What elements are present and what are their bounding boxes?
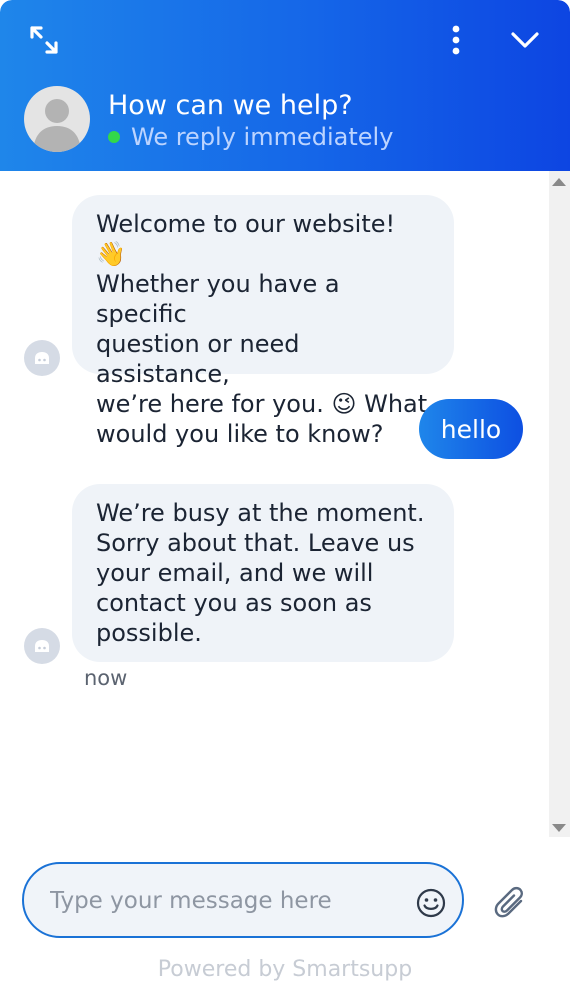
bot-avatar (24, 628, 60, 664)
message-line: possible. (96, 619, 202, 647)
powered-by-link[interactable]: Powered by Smartsupp (0, 957, 570, 982)
scroll-up-arrow[interactable] (552, 178, 566, 186)
expand-icon (29, 25, 59, 55)
user-avatar-icon (33, 99, 81, 152)
scrollbar[interactable] (549, 171, 570, 837)
online-status-dot (108, 131, 120, 143)
message-line: question or need assistance, (96, 330, 300, 388)
chevron-down-icon (510, 31, 540, 49)
emoji-icon (416, 888, 446, 918)
more-vertical-icon (451, 25, 461, 55)
more-options-button[interactable] (434, 18, 478, 62)
bot-message-bubble: Welcome to our website! 👋 Whether you ha… (72, 195, 454, 448)
message-line: we’re here for you. 😉 What (96, 390, 428, 418)
chat-header: How can we help? We reply immediately (0, 0, 570, 171)
message-line: Sorry about that. Leave us (96, 529, 415, 557)
bot-message-bubble: We’re busy at the moment. Sorry about th… (72, 484, 454, 662)
message-line: Welcome to our website! 👋 (96, 210, 396, 268)
expand-button[interactable] (22, 18, 66, 62)
header-title: How can we help? (108, 90, 353, 121)
chat-widget: How can we help? We reply immediately We… (0, 0, 570, 1008)
message-line: Whether you have a specific (96, 270, 340, 328)
user-message-bubble: hello (419, 399, 523, 459)
header-status: We reply immediately (108, 122, 393, 152)
message-line: We’re busy at the moment. (96, 499, 425, 527)
message-line: would you like to know? (96, 420, 384, 448)
scroll-down-arrow[interactable] (552, 824, 566, 832)
bot-avatar (24, 340, 60, 376)
status-text: We reply immediately (131, 123, 394, 151)
bot-icon (35, 640, 49, 652)
message-composer[interactable] (22, 862, 464, 938)
paperclip-icon (494, 886, 523, 918)
message-line: contact you as soon as (96, 589, 372, 617)
attach-button[interactable] (494, 886, 528, 922)
bot-icon (35, 352, 49, 364)
minimize-button[interactable] (503, 18, 547, 62)
message-input[interactable] (48, 882, 392, 920)
emoji-button[interactable] (416, 888, 446, 918)
agent-avatar (24, 86, 90, 152)
message-line: your email, and we will (96, 559, 374, 587)
message-timestamp: now (84, 666, 128, 690)
